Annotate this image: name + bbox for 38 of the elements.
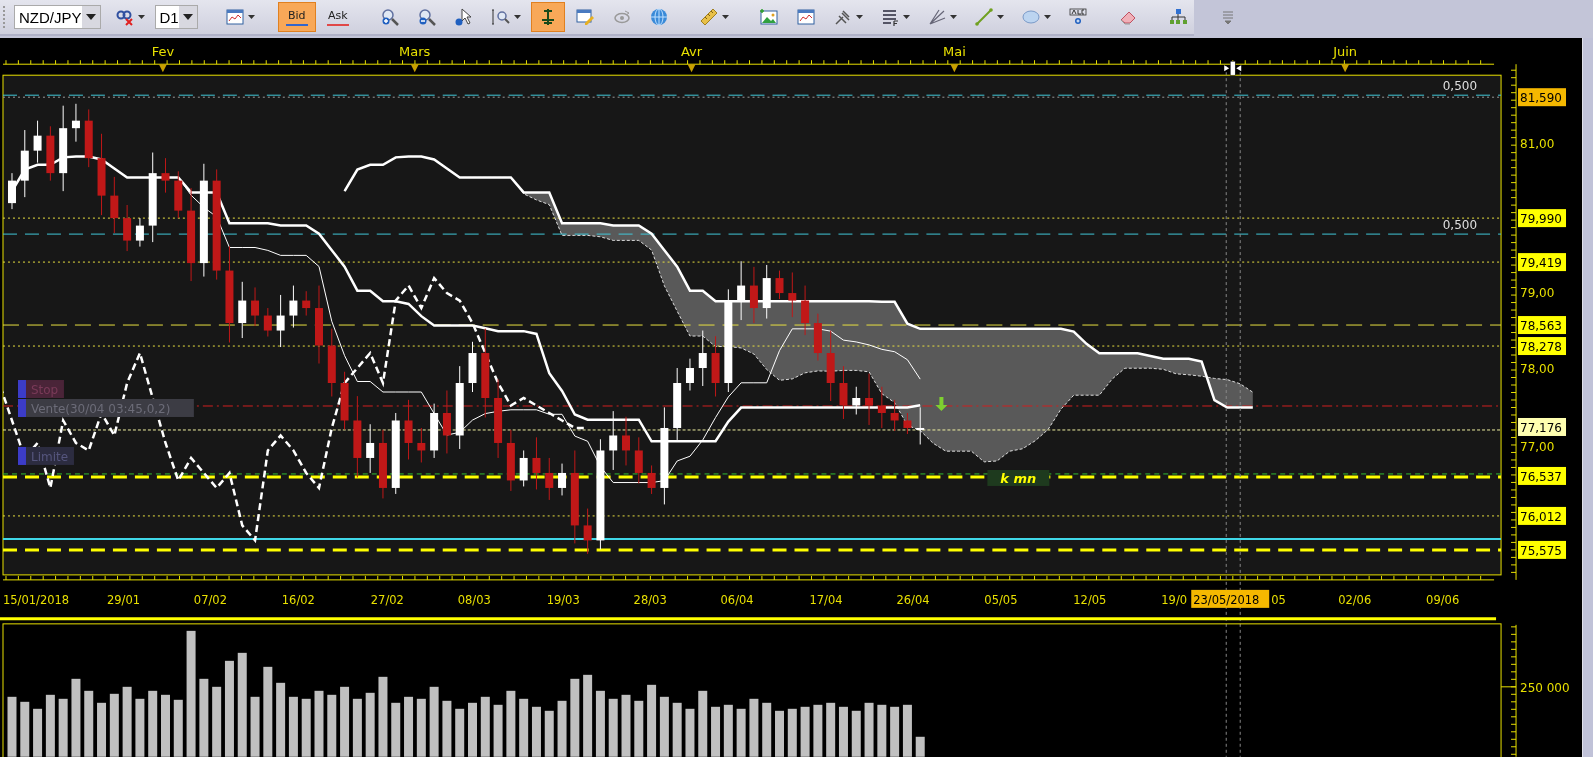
level-label: 0,500 — [1442, 218, 1478, 233]
volume-axis-label: 250 000 — [1520, 680, 1570, 695]
price-toggle-button[interactable]: Bid — [277, 2, 316, 32]
price-label: 79,419 — [1518, 253, 1566, 272]
price-toggle-button[interactable]: Ask — [318, 2, 357, 32]
date-label: 05 — [1271, 592, 1286, 607]
date-label: 16/02 — [281, 592, 315, 607]
month-label: Fev — [151, 44, 175, 60]
price-label: 78,00 — [1520, 362, 1555, 376]
price-label: 81,590 — [1518, 88, 1566, 107]
date-label: 02/06 — [1338, 592, 1372, 607]
price-label: 78,563 — [1518, 316, 1566, 335]
date-label: 06/04 — [720, 592, 754, 607]
month-label: Juin — [1333, 44, 1358, 60]
date-label: 07/02 — [193, 592, 227, 607]
date-label: 19/03 — [546, 592, 580, 607]
price-label: 81,00 — [1520, 137, 1555, 152]
date-label: 27/02 — [370, 592, 404, 607]
date-label: 29/01 — [106, 592, 141, 607]
date-label: 28/03 — [633, 592, 667, 607]
date-label: 12/05 — [1073, 592, 1107, 607]
price-label: 77,00 — [1520, 439, 1555, 454]
month-label: Avr — [681, 44, 703, 60]
date-label: 17/04 — [809, 592, 843, 607]
date-label: 09/06 — [1426, 592, 1460, 607]
month-label: Mars — [399, 44, 431, 60]
date-label: 08/03 — [457, 592, 491, 607]
date-label: 26/04 — [896, 592, 930, 607]
price-label: 79,00 — [1520, 286, 1555, 301]
price-label: 79,990 — [1518, 209, 1566, 228]
month-label: Mai — [943, 44, 966, 60]
date-label: 05/05 — [984, 592, 1018, 607]
dropdown-field[interactable]: D1 — [154, 5, 198, 29]
level-label: 0,500 — [1442, 79, 1478, 94]
price-label: 78,278 — [1518, 337, 1566, 356]
date-label: 15/01/2018 — [3, 592, 70, 607]
date-label: 19/0 — [1161, 592, 1188, 607]
dropdown-field[interactable]: NZD/JPY — [14, 5, 101, 29]
